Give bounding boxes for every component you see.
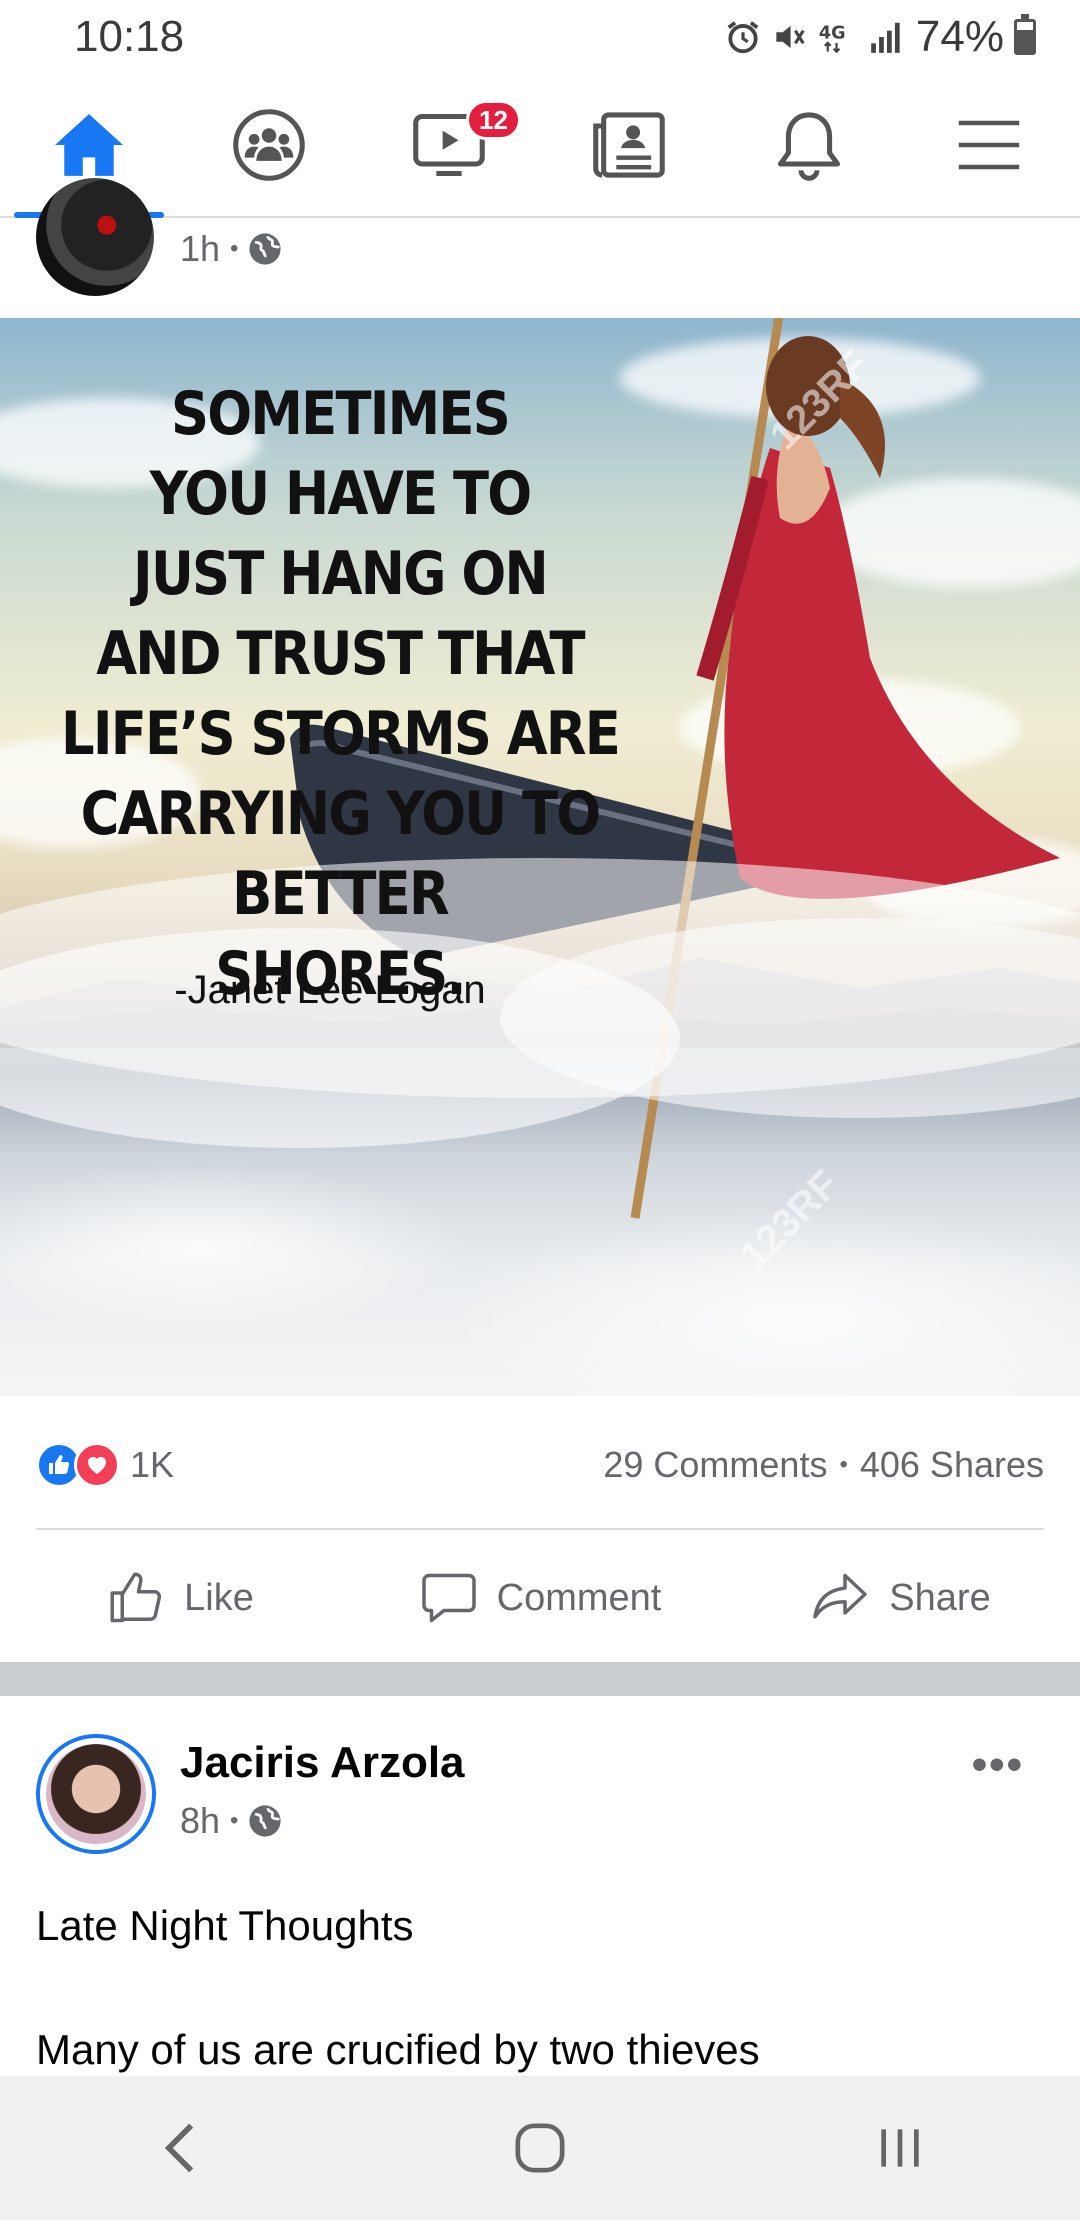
quote-line: YOU HAVE TO bbox=[149, 459, 533, 529]
author-name[interactable]: Jaciris Arzola bbox=[180, 1738, 465, 1788]
signal-icon bbox=[871, 22, 900, 53]
share-icon bbox=[813, 1573, 868, 1619]
meta-separator: • bbox=[230, 1807, 239, 1834]
quote-line: JUST HANG ON bbox=[133, 539, 549, 609]
post-text: Many of us are crucified by two thieves bbox=[36, 2026, 760, 2073]
home-icon bbox=[55, 114, 123, 176]
home-button[interactable] bbox=[480, 2098, 600, 2198]
comment-icon bbox=[421, 1573, 476, 1623]
nav-notifications[interactable] bbox=[734, 74, 884, 216]
post-actions: Like Comment Share bbox=[0, 1540, 1080, 1656]
home-circle-icon bbox=[515, 2123, 565, 2173]
comments-count[interactable]: 29 Comments bbox=[603, 1444, 827, 1486]
post-image[interactable]: SOMETIMES YOU HAVE TO JUST HANG ON AND T… bbox=[0, 318, 1080, 1396]
battery-percent: 74% bbox=[915, 12, 1004, 61]
quote-line: SOMETIMES bbox=[170, 379, 511, 449]
nav-groups[interactable] bbox=[194, 74, 344, 216]
post-card: Jaciris Arzola 8h • ••• Late Night Thoug… bbox=[0, 1696, 1080, 2076]
nav-watch[interactable]: 12 bbox=[374, 74, 524, 216]
love-reaction-icon bbox=[74, 1442, 120, 1488]
engagement-counts: 29 Comments • 406 Shares bbox=[603, 1444, 1044, 1486]
reactions-summary: 1K 29 Comments • 406 Shares bbox=[36, 1430, 1044, 1500]
reactions-count: 1K bbox=[130, 1444, 175, 1485]
author-avatar[interactable] bbox=[36, 1734, 156, 1854]
recents-button[interactable] bbox=[840, 2098, 960, 2198]
comment-label: Comment bbox=[496, 1576, 662, 1619]
quote-author: -Janet Lee Logan bbox=[174, 968, 486, 1012]
system-navigation-bar bbox=[0, 2076, 1080, 2220]
back-icon bbox=[164, 2123, 194, 2173]
like-button[interactable]: Like bbox=[0, 1540, 360, 1656]
post-meta: 1h • bbox=[180, 228, 282, 270]
meta-separator: • bbox=[230, 235, 239, 262]
recents-icon bbox=[881, 2129, 919, 2167]
like-label: Like bbox=[184, 1576, 254, 1619]
back-button[interactable] bbox=[120, 2098, 240, 2198]
share-button[interactable]: Share bbox=[720, 1540, 1080, 1656]
status-icons: 4G 74% bbox=[724, 12, 1036, 62]
more-options-icon[interactable]: ••• bbox=[972, 1740, 1024, 1790]
news-icon bbox=[593, 112, 665, 178]
divider bbox=[36, 1528, 1044, 1530]
bell-icon bbox=[777, 112, 841, 181]
status-time: 10:18 bbox=[74, 12, 185, 61]
post-header: 1h • bbox=[0, 178, 1080, 318]
top-nav: 12 bbox=[0, 74, 1080, 218]
quote-line: CARRYING YOU TO BETTER bbox=[80, 779, 602, 929]
post-time[interactable]: 1h bbox=[180, 228, 220, 270]
battery-icon bbox=[1014, 14, 1036, 55]
meta-separator: • bbox=[839, 1451, 848, 1478]
avatar[interactable] bbox=[36, 178, 154, 296]
quote-line: LIFE’S STORMS ARE bbox=[60, 699, 621, 769]
nav-news[interactable] bbox=[554, 74, 704, 216]
nav-menu[interactable] bbox=[914, 74, 1064, 216]
comment-button[interactable]: Comment bbox=[360, 1540, 720, 1656]
globe-icon bbox=[249, 1805, 282, 1837]
svg-text:4G: 4G bbox=[819, 23, 846, 43]
post-time[interactable]: 8h bbox=[180, 1800, 220, 1842]
shares-count[interactable]: 406 Shares bbox=[860, 1444, 1044, 1486]
post-meta: 8h • bbox=[180, 1800, 282, 1842]
status-bar: 10:18 4G 74% bbox=[0, 0, 1080, 74]
thumbs-up-icon bbox=[110, 1572, 162, 1623]
groups-icon bbox=[233, 109, 305, 181]
mute-icon bbox=[776, 25, 805, 49]
hamburger-icon bbox=[958, 120, 1020, 170]
alarm-icon bbox=[727, 21, 759, 54]
watch-badge: 12 bbox=[466, 100, 521, 140]
reactions-count-group[interactable]: 1K bbox=[36, 1442, 174, 1488]
globe-icon bbox=[249, 233, 282, 265]
feed-separator bbox=[0, 1662, 1080, 1696]
post-text: Late Night Thoughts bbox=[36, 1902, 414, 1949]
lte-icon: 4G bbox=[819, 23, 846, 54]
quote-line: AND TRUST THAT bbox=[96, 619, 585, 689]
share-label: Share bbox=[889, 1576, 991, 1619]
quote-text: SOMETIMES YOU HAVE TO JUST HANG ON AND T… bbox=[58, 374, 621, 1014]
